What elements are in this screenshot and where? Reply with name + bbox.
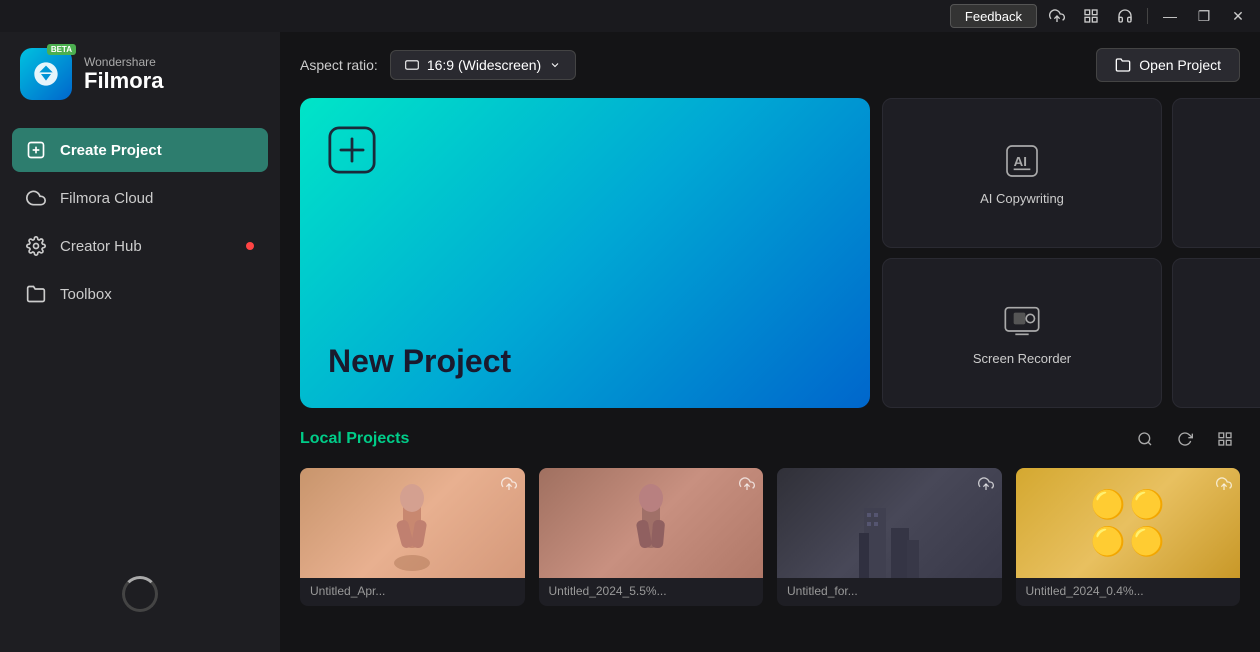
new-project-icon	[328, 126, 842, 179]
emoji-grid: 🟡🟡 🟡🟡	[1091, 488, 1165, 558]
new-project-title: New Project	[328, 343, 842, 380]
cloud-icon	[26, 188, 46, 208]
aspect-ratio-value: 16:9 (Widescreen)	[427, 57, 541, 73]
sidebar-logo: BETA Wondershare Filmora	[0, 32, 280, 120]
sidebar-item-filmora-cloud[interactable]: Filmora Cloud	[12, 176, 268, 220]
project-thumbnail-1	[300, 468, 525, 578]
loading-spinner	[122, 576, 158, 612]
project-info-2: Untitled_2024_5.5%...	[539, 578, 764, 606]
quick-card-label: AI Copywriting	[980, 191, 1064, 206]
upload-icon-1	[501, 476, 517, 497]
logo-text: Wondershare Filmora	[84, 55, 163, 93]
quick-card-more[interactable]: More	[1172, 258, 1260, 408]
cards-row: New Project AI AI Copywriting	[300, 98, 1240, 408]
sidebar: BETA Wondershare Filmora Create Pro	[0, 32, 280, 652]
upload-icon-4	[1216, 476, 1232, 497]
project-card[interactable]: 🟡🟡 🟡🟡 Untitled_2024_0.4%...	[1016, 468, 1241, 606]
sidebar-nav: Create Project Filmora Cloud	[0, 120, 280, 536]
project-info-3: Untitled_for...	[777, 578, 1002, 606]
sidebar-item-toolbox[interactable]: Toolbox	[12, 272, 268, 316]
aspect-ratio-dropdown[interactable]: 16:9 (Widescreen)	[390, 50, 576, 80]
sidebar-item-creator-hub[interactable]: Creator Hub	[12, 224, 268, 268]
toolbox-icon	[26, 284, 46, 304]
quick-card-ai-face-mosaic[interactable]: AI Face Mosaic	[1172, 98, 1260, 248]
app-body: BETA Wondershare Filmora Create Pro	[0, 32, 1260, 652]
project-thumbnail-3	[777, 468, 1002, 578]
sidebar-item-create-project[interactable]: Create Project	[12, 128, 268, 172]
svg-text:AI: AI	[1014, 154, 1027, 169]
projects-grid: Untitled_Apr...	[300, 468, 1240, 606]
top-bar: Aspect ratio: 16:9 (Widescreen) Open Pro…	[300, 48, 1240, 82]
minimize-button[interactable]: —	[1156, 4, 1184, 28]
titlebar: Feedback — ❐ ✕	[0, 0, 1260, 32]
aspect-ratio-section: Aspect ratio: 16:9 (Widescreen)	[300, 50, 576, 80]
quick-actions: AI AI Copywriting AI Face Mosaic	[882, 98, 1260, 408]
search-projects-button[interactable]	[1130, 424, 1160, 454]
quick-card-label: Screen Recorder	[973, 351, 1071, 366]
local-projects-header: Local Projects	[300, 424, 1240, 454]
grid-view-button[interactable]	[1210, 424, 1240, 454]
close-button[interactable]: ✕	[1224, 4, 1252, 28]
notification-dot	[246, 242, 254, 250]
headphone-icon[interactable]	[1111, 4, 1139, 28]
maximize-button[interactable]: ❐	[1190, 4, 1218, 28]
logo-product: Filmora	[84, 69, 163, 93]
cloud-upload-icon[interactable]	[1043, 4, 1071, 28]
project-thumbnail-4: 🟡🟡 🟡🟡	[1016, 468, 1241, 578]
local-projects-title: Local Projects	[300, 430, 409, 448]
sidebar-item-label: Creator Hub	[60, 238, 142, 255]
quick-card-ai-copywriting[interactable]: AI AI Copywriting	[882, 98, 1162, 248]
create-project-icon	[26, 140, 46, 160]
project-card[interactable]: Untitled_Apr...	[300, 468, 525, 606]
layout-icon[interactable]	[1077, 4, 1105, 28]
project-thumbnail-2	[539, 468, 764, 578]
upload-icon-2	[739, 476, 755, 497]
upload-icon-3	[978, 476, 994, 497]
open-project-label: Open Project	[1139, 57, 1221, 73]
new-project-card[interactable]: New Project	[300, 98, 870, 408]
sidebar-item-label: Toolbox	[60, 286, 112, 303]
header-actions	[1130, 424, 1240, 454]
sidebar-item-label: Filmora Cloud	[60, 190, 153, 207]
project-card[interactable]: Untitled_2024_5.5%...	[539, 468, 764, 606]
feedback-button[interactable]: Feedback	[950, 4, 1037, 28]
creator-hub-icon	[26, 236, 46, 256]
logo-brand: Wondershare	[84, 55, 163, 69]
loading-area	[0, 536, 280, 652]
sidebar-item-label: Create Project	[60, 142, 162, 159]
app-logo-icon: BETA	[20, 48, 72, 100]
titlebar-separator	[1147, 8, 1148, 24]
project-info-4: Untitled_2024_0.4%...	[1016, 578, 1241, 606]
beta-badge: BETA	[47, 44, 76, 55]
project-card[interactable]: Untitled_for...	[777, 468, 1002, 606]
project-info-1: Untitled_Apr...	[300, 578, 525, 606]
quick-card-screen-recorder[interactable]: Screen Recorder	[882, 258, 1162, 408]
aspect-ratio-label: Aspect ratio:	[300, 57, 378, 73]
main-content: Aspect ratio: 16:9 (Widescreen) Open Pro…	[280, 32, 1260, 652]
open-project-button[interactable]: Open Project	[1096, 48, 1240, 82]
refresh-projects-button[interactable]	[1170, 424, 1200, 454]
